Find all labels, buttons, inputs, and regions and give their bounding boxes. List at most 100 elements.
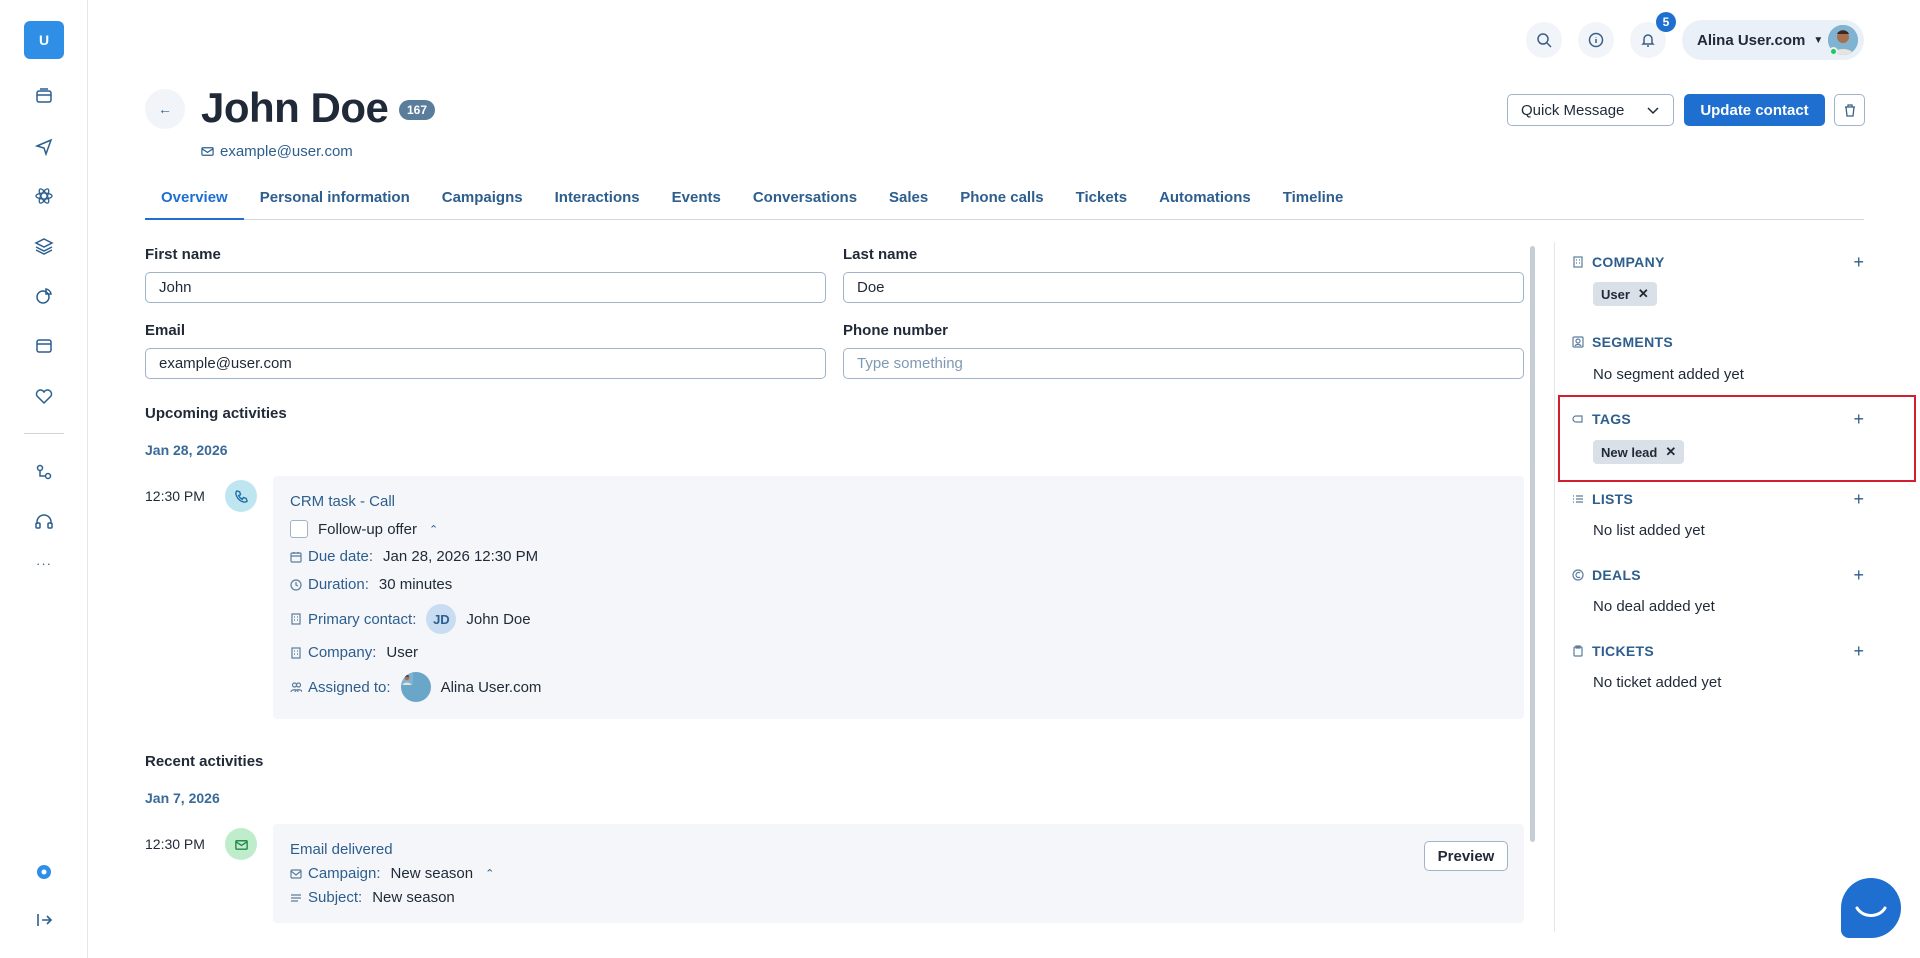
recent-date: Jan 7, 2026 [145,790,220,806]
logout-icon[interactable] [30,906,58,934]
preview-button[interactable]: Preview [1424,841,1508,871]
phone-number-placeholder: Type something [857,355,963,372]
email-label: Email [145,322,186,339]
upcoming-date: Jan 28, 2026 [145,442,228,458]
segment-icon [1572,336,1584,348]
email-delivered-title[interactable]: Email delivered [290,841,393,858]
company-section-title: COMPANY [1592,254,1665,270]
pie-chart-icon[interactable] [30,282,58,310]
inbox-icon[interactable] [30,82,58,110]
campaign-label: Campaign: [308,865,381,882]
trash-icon [1844,104,1855,117]
contact-id-badge: 167 [399,100,436,120]
last-name-value: Doe [857,279,885,296]
content-scrollbar[interactable] [1530,246,1535,842]
arrow-left-icon: ← [158,101,172,117]
contact-initials-avatar: JD [426,604,457,634]
user-name-label: Alina User.com [1697,31,1806,49]
rail-divider [24,433,64,434]
remove-company-icon[interactable]: ✕ [1638,286,1649,302]
flow-icon[interactable] [30,458,58,486]
users-icon [290,682,302,693]
tab-overview[interactable]: Overview [145,183,244,220]
contact-tabs: Overview Personal information Campaigns … [145,183,1864,220]
company-label: Company: [308,644,377,661]
quick-message-dropdown[interactable]: Quick Message [1507,94,1674,126]
primary-contact-label: Primary contact: [308,610,417,628]
chat-smile-icon [1855,906,1887,917]
envelope-icon [290,868,302,879]
deals-empty-text: No deal added yet [1593,598,1715,615]
add-deal-button[interactable]: + [1853,565,1864,586]
tags-highlight-box [1558,395,1916,482]
calendar-icon [290,551,302,563]
clipboard-icon [1573,645,1583,657]
task-title-link[interactable]: CRM task - Call [290,493,395,510]
tickets-empty-text: No ticket added yet [1593,674,1722,691]
chevron-up-icon[interactable]: ⌃ [429,523,438,536]
headset-icon[interactable] [30,508,58,536]
list-icon [1573,495,1583,503]
crm-task-card: CRM task - Call Follow-up offer ⌃ Due da… [273,476,1524,719]
segments-empty-text: No segment added yet [1593,366,1744,383]
recent-time: 12:30 PM [145,836,205,852]
contact-name-title: John Doe [201,84,389,131]
browser-window-icon[interactable] [30,332,58,360]
last-name-label: Last name [843,246,918,263]
add-ticket-button[interactable]: + [1853,641,1864,662]
add-company-button[interactable]: + [1853,252,1864,273]
building-icon [291,646,301,659]
atom-icon[interactable] [30,182,58,210]
tickets-section-title: TICKETS [1592,643,1654,659]
segments-section-title: SEGMENTS [1592,334,1673,350]
info-icon[interactable] [1578,22,1614,58]
assignee-avatar [400,672,431,702]
assigned-to-value[interactable]: Alina User.com [441,679,542,696]
campaign-value[interactable]: New season [391,865,474,882]
chevron-up-icon[interactable]: ⌃ [485,867,494,880]
tab-timeline[interactable]: Timeline [1267,183,1360,220]
more-menu-button[interactable]: ··· [30,556,58,571]
layers-icon[interactable] [30,232,58,260]
user-menu-button[interactable]: Alina User.com ▼ [1682,20,1864,60]
tab-phone-calls[interactable]: Phone calls [944,183,1059,220]
send-icon[interactable] [30,132,58,160]
quick-message-label: Quick Message [1521,101,1625,119]
subject-value: New season [372,889,455,906]
company-chip-label: User [1601,286,1630,302]
email-input[interactable]: example@user.com [145,348,826,379]
last-name-input[interactable]: Doe [843,272,1524,303]
workspace-logo-button[interactable]: U [24,21,64,59]
add-list-button[interactable]: + [1853,489,1864,510]
phone-number-input[interactable]: Type something [843,348,1524,379]
tab-interactions[interactable]: Interactions [539,183,656,220]
email-delivered-card: Email delivered Campaign: New season ⌃ S… [273,824,1524,923]
tab-campaigns[interactable]: Campaigns [426,183,539,220]
tab-tickets[interactable]: Tickets [1060,183,1143,220]
search-icon[interactable] [1526,22,1562,58]
first-name-label: First name [145,246,221,263]
panel-divider [1554,242,1555,932]
tab-events[interactable]: Events [656,183,737,220]
duration-value: 30 minutes [378,576,453,593]
task-complete-checkbox[interactable] [290,520,308,538]
back-button[interactable]: ← [145,89,185,129]
contact-email-link[interactable]: example@user.com [201,143,353,160]
first-name-input[interactable]: John [145,272,826,303]
tab-conversations[interactable]: Conversations [737,183,873,220]
tab-automations[interactable]: Automations [1143,183,1267,220]
tab-sales[interactable]: Sales [873,183,944,220]
chat-widget-button[interactable] [1841,878,1901,938]
company-value[interactable]: User [386,644,418,661]
tab-personal-information[interactable]: Personal information [244,183,426,220]
task-name: Follow-up offer [318,520,417,538]
handshake-icon[interactable] [30,382,58,410]
text-lines-icon [291,893,301,902]
update-contact-button[interactable]: Update contact [1684,94,1825,126]
left-nav-rail: U ··· [0,0,88,958]
delete-contact-button[interactable] [1834,94,1865,126]
upcoming-time: 12:30 PM [145,488,205,504]
settings-gear-icon[interactable] [30,858,58,886]
chevron-down-icon [1647,107,1659,115]
primary-contact-value[interactable]: John Doe [466,611,530,628]
